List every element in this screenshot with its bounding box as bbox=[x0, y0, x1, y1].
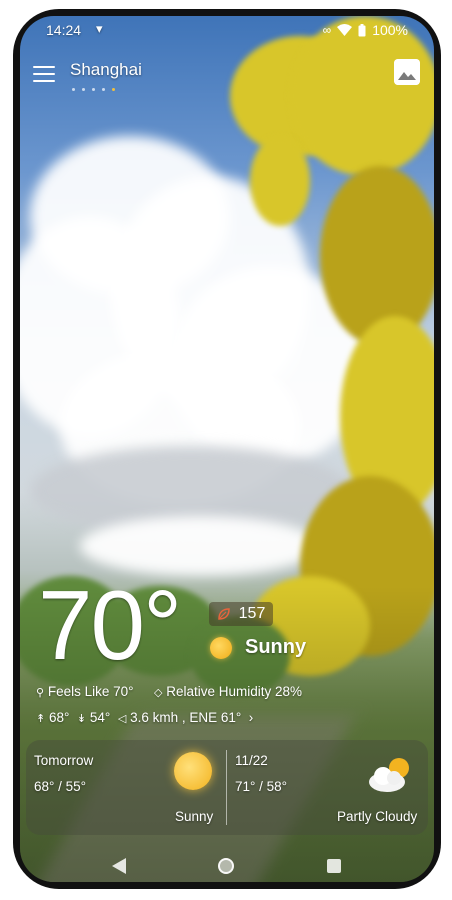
wifi-icon bbox=[337, 24, 353, 36]
sunny-icon bbox=[174, 752, 212, 790]
forecast-next-range: 71° / 58° bbox=[235, 779, 288, 794]
city-name[interactable]: Shanghai bbox=[70, 60, 142, 80]
relative-humidity: ◇ Relative Humidity 28% bbox=[154, 684, 303, 699]
aqi-value: 157 bbox=[238, 605, 266, 622]
status-bar: 14:24 ▾ ∞ 100% bbox=[20, 16, 434, 42]
battery-icon bbox=[358, 23, 366, 36]
background-image-button[interactable] bbox=[394, 59, 420, 85]
partly-cloudy-icon bbox=[369, 758, 409, 792]
wind-info: 3.6 kmh , ENE 61° bbox=[130, 710, 242, 725]
forecast-tomorrow-label: Tomorrow bbox=[34, 753, 94, 768]
home-button[interactable] bbox=[218, 858, 234, 874]
aqi-badge[interactable]: 157 bbox=[209, 602, 273, 626]
low-temp-icon: ↡ bbox=[76, 713, 87, 725]
back-button[interactable] bbox=[112, 858, 126, 874]
page-indicator bbox=[72, 88, 115, 91]
battery-percent: 100% bbox=[372, 22, 408, 38]
page-dot-active bbox=[112, 88, 115, 91]
chevron-right-icon: › bbox=[248, 710, 254, 725]
notification-icon: ▾ bbox=[96, 21, 103, 36]
high-temp: 68° bbox=[48, 710, 70, 725]
menu-icon[interactable] bbox=[33, 66, 55, 82]
humidity-icon: ◇ bbox=[154, 687, 163, 699]
link-icon: ∞ bbox=[322, 23, 332, 37]
forecast-tomorrow-condition: Sunny bbox=[175, 809, 214, 824]
feels-like: ⚲ Feels Like 70° bbox=[36, 684, 134, 699]
image-icon bbox=[394, 59, 420, 85]
recents-button[interactable] bbox=[327, 859, 341, 873]
page-dot bbox=[82, 88, 85, 91]
status-icons: ∞ 100% bbox=[323, 22, 408, 38]
forecast-next-condition: Partly Cloudy bbox=[337, 809, 418, 824]
page-dot bbox=[92, 88, 95, 91]
page-dot bbox=[72, 88, 75, 91]
sun-icon bbox=[210, 637, 232, 659]
forecast-next-date: 11/22 bbox=[235, 753, 268, 768]
status-time: 14:24 bbox=[46, 22, 82, 38]
weather-screen: 14:24 ▾ ∞ 100% Shanghai 70° 157 Sunny ⚲ … bbox=[20, 16, 434, 882]
high-temp-icon: ↟ bbox=[36, 713, 46, 725]
forecast-tomorrow-range: 68° / 55° bbox=[34, 779, 87, 794]
feels-like-icon: ⚲ bbox=[36, 687, 45, 699]
temp-wind-row[interactable]: ↟ 68° ↡ 54° ◁ 3.6 kmh , ENE 61° › bbox=[36, 710, 253, 725]
page-dot bbox=[102, 88, 105, 91]
current-temperature: 70° bbox=[38, 570, 182, 680]
forecast-divider bbox=[226, 750, 227, 825]
low-temp: 54° bbox=[89, 710, 111, 725]
current-condition: Sunny bbox=[245, 636, 307, 658]
wind-icon: ◁ bbox=[117, 713, 127, 725]
leaf-icon bbox=[217, 608, 230, 620]
